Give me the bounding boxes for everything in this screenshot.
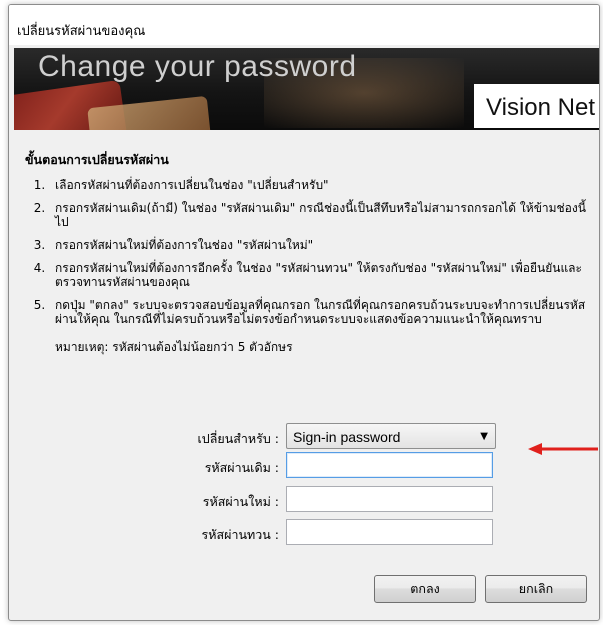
old-password-field[interactable] <box>286 452 493 478</box>
change-for-select[interactable]: Sign-in password ▼ <box>286 423 496 449</box>
instructions-steps: เลือกรหัสผ่านที่ต้องการเปลี่ยนในช่อง "เป… <box>25 178 590 326</box>
new-password-row: รหัสผ่านใหม่ : <box>9 486 599 514</box>
confirm-password-field[interactable] <box>286 519 493 545</box>
annotation-arrow-head <box>528 443 542 455</box>
change-for-row: เปลี่ยนสำหรับ : Sign-in password ▼ <box>9 423 599 451</box>
instructions-panel: ขั้นตอนการเปลี่ยนรหัสผ่าน เลือกรหัสผ่านท… <box>25 150 590 357</box>
instruction-step: กรอกรหัสผ่านใหม่ที่ต้องการอีกครั้ง ในช่อ… <box>49 261 590 289</box>
annotation-arrow-icon <box>528 443 598 455</box>
cancel-button[interactable]: ยกเลิก <box>485 575 587 603</box>
confirm-password-label: รหัสผ่านทวน : <box>201 527 279 542</box>
instruction-step: กดปุ่ม "ตกลง" ระบบจะตรวจสอบข้อมูลที่คุณก… <box>49 298 590 326</box>
header-banner: Change your password Vision Net <box>14 48 599 130</box>
title-bar: เปลี่ยนรหัสผ่านของคุณ <box>9 5 599 45</box>
banner-headline: Change your password <box>38 50 357 83</box>
brand-logo: Vision Net <box>486 94 595 121</box>
instruction-step: กรอกรหัสผ่านใหม่ที่ต้องการในช่อง "รหัสผ่… <box>49 238 590 252</box>
old-password-label: รหัสผ่านเดิม : <box>204 460 279 475</box>
change-password-dialog: เปลี่ยนรหัสผ่านของคุณ Change your passwo… <box>8 4 600 621</box>
new-password-field[interactable] <box>286 486 493 512</box>
change-for-selected-value: Sign-in password <box>293 429 401 445</box>
instruction-step: เลือกรหัสผ่านที่ต้องการเปลี่ยนในช่อง "เป… <box>49 178 590 192</box>
chevron-down-icon: ▼ <box>480 431 488 442</box>
password-length-note: หมายเหตุ: รหัสผ่านต้องไม่น้อยกว่า 5 ตัวอ… <box>55 340 293 354</box>
change-for-label: เปลี่ยนสำหรับ : <box>197 431 279 446</box>
instructions-heading: ขั้นตอนการเปลี่ยนรหัสผ่าน <box>25 152 169 167</box>
confirm-password-row: รหัสผ่านทวน : <box>9 519 599 547</box>
old-password-row: รหัสผ่านเดิม : <box>9 452 599 480</box>
new-password-label: รหัสผ่านใหม่ : <box>202 494 279 509</box>
window-title: เปลี่ยนรหัสผ่านของคุณ <box>17 24 146 39</box>
ok-button[interactable]: ตกลง <box>374 575 476 603</box>
instruction-step: กรอกรหัสผ่านเดิม(ถ้ามี) ในช่อง "รหัสผ่าน… <box>49 201 590 229</box>
